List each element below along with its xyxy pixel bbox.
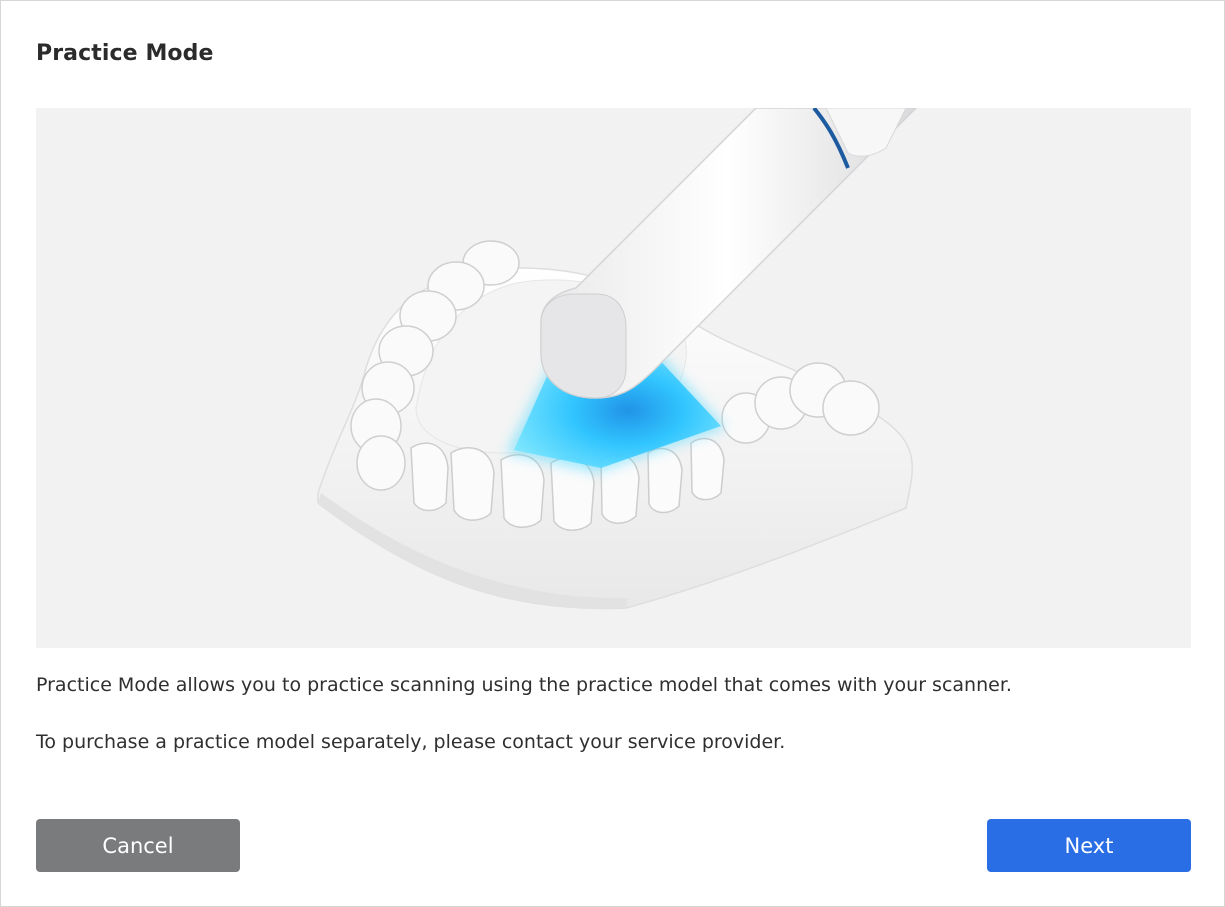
cancel-button[interactable]: Cancel: [36, 819, 240, 872]
description-practice-mode: Practice Mode allows you to practice sca…: [36, 674, 1012, 696]
next-button[interactable]: Next: [987, 819, 1191, 872]
practice-mode-dialog: Practice Mode Practice Mode allows you t…: [0, 0, 1225, 907]
practice-mode-illustration: [36, 108, 1191, 648]
description-purchase-model: To purchase a practice model separately,…: [36, 731, 786, 753]
dialog-title: Practice Mode: [36, 41, 214, 66]
